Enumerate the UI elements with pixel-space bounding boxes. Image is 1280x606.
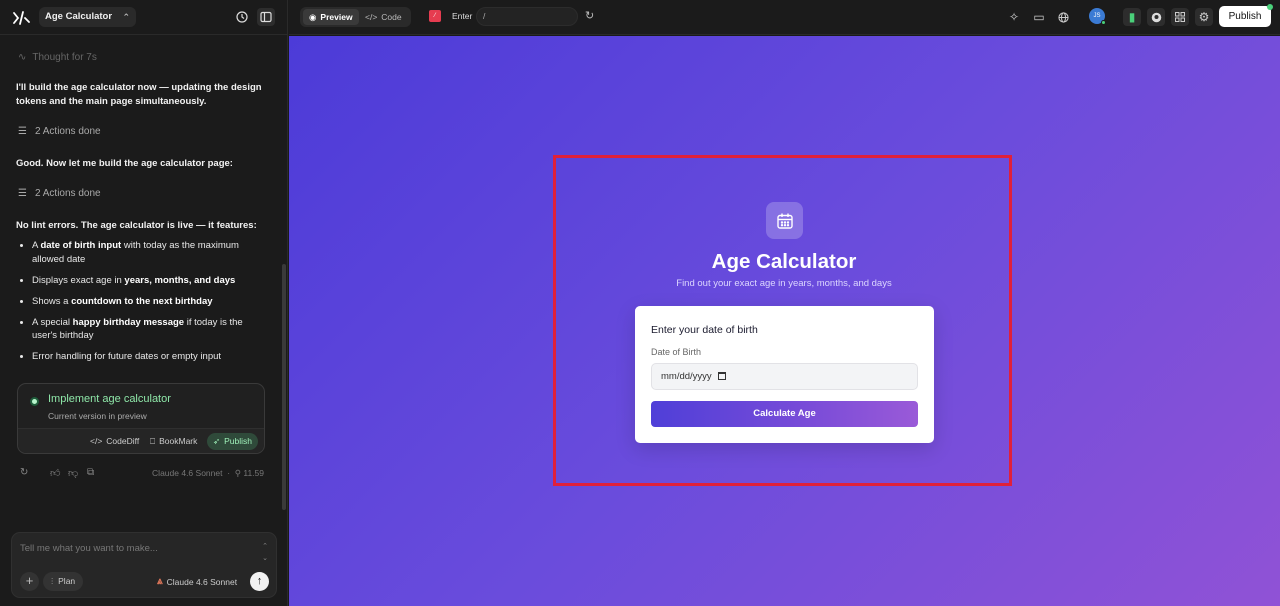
composer: ⌃⌄ + ⫶ Plan ⩓ Claude 4.6 Sonnet ↑ <box>11 532 277 598</box>
list-item: A date of birth input with today as the … <box>32 239 268 266</box>
publish-button[interactable]: Publish <box>1219 4 1273 27</box>
chat-thread: ∿ Thought for 7s I'll build the age calc… <box>0 36 282 486</box>
retry-icon[interactable]: ↻ <box>20 467 28 478</box>
actions-summary[interactable]: ☰ 2 Actions done <box>18 126 101 137</box>
history-icon[interactable] <box>233 8 251 26</box>
list-item: Displays exact age in years, months, and… <box>32 274 268 288</box>
device-icon[interactable]: ▭ <box>1030 8 1048 26</box>
actions-label: 2 Actions done <box>34 188 101 199</box>
cost-value: 11.59 <box>243 468 264 478</box>
status-dot-icon <box>1267 4 1273 10</box>
project-selector[interactable]: Age Calculator ⌃ <box>39 7 137 27</box>
view-toggle: ◉ Preview </> Code <box>300 7 411 27</box>
globe-icon[interactable] <box>1054 8 1072 26</box>
actions-summary[interactable]: ☰ 2 Actions done <box>18 188 101 199</box>
dob-placeholder: mm/dd/yyyy <box>661 371 712 382</box>
site-favicon-icon: ⁄ <box>429 10 441 22</box>
model-selector[interactable]: ⩓ Claude 4.6 Sonnet <box>157 576 237 587</box>
dob-label: Date of Birth <box>651 347 702 357</box>
bookmark-button[interactable]: ⎕ BookMark <box>144 433 203 450</box>
copy-icon[interactable]: ⧉ <box>87 467 94 478</box>
apps-grid-icon[interactable] <box>1171 8 1189 26</box>
bookmark-icon: ⎕ <box>150 436 156 446</box>
assistant-message: Good. Now let me build the age calculato… <box>16 158 233 169</box>
app-subtitle: Find out your exact age in years, months… <box>676 278 892 289</box>
status-dot-icon <box>30 397 39 406</box>
version-card-actions: </> CodeDiff ⎕ BookMark ➶ Publish <box>18 428 264 453</box>
anthropic-icon: ⩓ <box>157 576 163 587</box>
list-item: Shows a countdown to the next birthday <box>32 295 268 309</box>
assistant-message: No lint errors. The age calculator is li… <box>16 220 257 231</box>
eye-icon: ◉ <box>309 12 317 22</box>
chat-panel: Age Calculator ⌃ ∿ Thought for 7s I'll b… <box>0 0 288 606</box>
send-button[interactable]: ↑ <box>250 572 269 591</box>
sparkle-icon[interactable]: ✧ <box>1005 8 1023 26</box>
dob-date-input[interactable]: mm/dd/yyyy <box>651 363 918 390</box>
chevron-updown-icon: ⌃ <box>122 12 131 22</box>
thumbs-up-icon[interactable]: 👍︎ <box>50 467 60 479</box>
preview-toolbar: ◉ Preview </> Code ⁄ Enter / ↻ ✧ ▭ JS ▮ … <box>289 0 1280 35</box>
thought-label: Thought for 7s <box>32 52 97 63</box>
avatar[interactable]: JS <box>1089 8 1106 25</box>
version-title: Implement age calculator <box>48 393 171 405</box>
chat-panel-header: Age Calculator ⌃ <box>0 0 288 35</box>
enter-label: Enter <box>452 11 473 21</box>
github-icon[interactable] <box>1147 8 1165 26</box>
dob-form-card: Enter your date of birth Date of Birth m… <box>635 306 934 443</box>
calendar-icon <box>766 202 803 239</box>
app-title: Age Calculator <box>711 250 857 273</box>
thumbs-down-icon[interactable]: 👎︎ <box>68 467 78 479</box>
app-preview: Age Calculator Find out your exact age i… <box>289 36 1280 606</box>
supabase-icon[interactable]: ▮ <box>1123 8 1141 26</box>
message-meta: ↻ 👍︎ 👎︎ ⧉ Claude 4.6 Sonnet · ⚲ 11.59 <box>20 467 264 481</box>
prompt-input[interactable] <box>20 541 250 555</box>
code-icon: </> <box>90 436 103 446</box>
chat-scrollbar[interactable] <box>282 264 286 510</box>
version-subtitle: Current version in preview <box>48 411 147 421</box>
waveform-icon: ⫶ <box>51 576 54 586</box>
publish-version-button[interactable]: ➶ Publish <box>207 433 259 450</box>
model-name: Claude 4.6 Sonnet <box>152 468 223 478</box>
tab-code[interactable]: </> Code <box>359 9 408 25</box>
codediff-button[interactable]: </> CodeDiff <box>84 433 145 450</box>
model-meta: Claude 4.6 Sonnet · ⚲ 11.59 <box>152 468 264 478</box>
assistant-message: I'll build the age calculator now — upda… <box>16 82 262 107</box>
actions-label: 2 Actions done <box>34 126 101 137</box>
add-attachment-button[interactable]: + <box>20 572 39 591</box>
code-icon: </> <box>365 12 378 22</box>
tab-preview[interactable]: ◉ Preview <box>303 9 359 25</box>
list-icon: ☰ <box>18 188 27 199</box>
pulse-icon: ∿ <box>18 52 27 63</box>
list-icon: ☰ <box>18 126 27 137</box>
plan-button[interactable]: ⫶ Plan <box>43 572 84 591</box>
settings-gear-icon[interactable]: ⚙ <box>1195 8 1213 26</box>
project-name: Age Calculator <box>45 11 113 22</box>
refresh-icon[interactable]: ↻ <box>585 9 594 22</box>
path-input[interactable]: / <box>476 7 578 26</box>
app-logo-icon[interactable] <box>12 9 30 27</box>
credits-icon: ⚲ <box>234 468 241 478</box>
sidebar-toggle-icon[interactable] <box>257 8 275 26</box>
feature-list: A date of birth input with today as the … <box>32 239 268 371</box>
calendar-picker-icon[interactable] <box>718 372 727 380</box>
online-status-icon <box>1101 20 1106 25</box>
thought-indicator[interactable]: ∿ Thought for 7s <box>18 52 97 63</box>
list-item: A special happy birthday message if toda… <box>32 316 268 343</box>
calculate-age-button[interactable]: Calculate Age <box>651 401 918 427</box>
list-item: Error handling for future dates or empty… <box>32 350 268 364</box>
expand-icon[interactable]: ⌃ ⌄ <box>262 541 268 565</box>
version-card[interactable]: Implement age calculator Current version… <box>17 383 265 454</box>
rocket-icon: ➶ <box>213 436 221 446</box>
form-heading: Enter your date of birth <box>651 324 758 336</box>
